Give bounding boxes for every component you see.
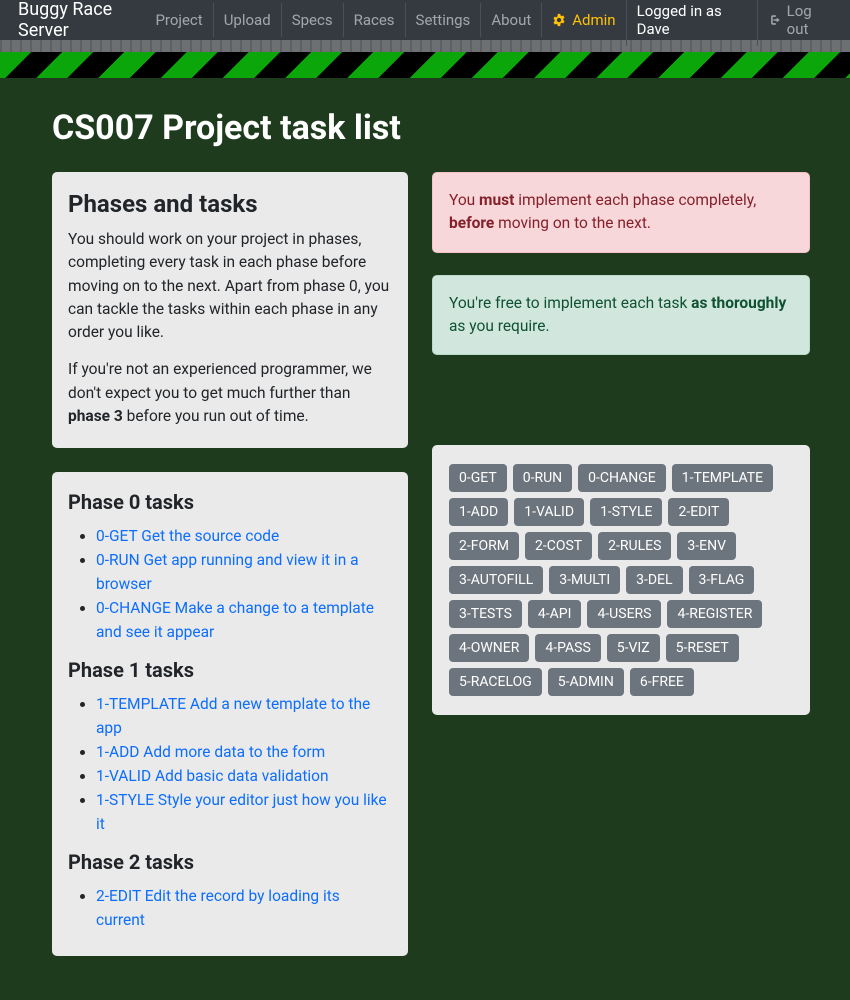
tag-1-add[interactable]: 1-ADD	[449, 498, 508, 526]
logout-icon	[768, 13, 781, 27]
task-link-2-edit[interactable]: 2-EDIT Edit the record by loading its cu…	[96, 887, 340, 929]
tag-3-env[interactable]: 3-ENV	[677, 532, 736, 560]
task-link-0-get[interactable]: 0-GET Get the source code	[96, 527, 279, 545]
alert-thoroughly: You're free to implement each task as th…	[432, 275, 810, 356]
tag-3-tests[interactable]: 3-TESTS	[449, 600, 522, 628]
nav-logged-in: Logged in as Dave	[626, 0, 757, 46]
hazard-stripe	[0, 52, 850, 78]
tag-1-valid[interactable]: 1-VALID	[514, 498, 584, 526]
nav-project[interactable]: Project	[145, 3, 212, 37]
tag-0-change[interactable]: 0-CHANGE	[578, 464, 666, 492]
list-item: 1-VALID Add basic data validation	[96, 764, 392, 788]
nav-admin-label: Admin	[572, 11, 615, 29]
tag-3-autofill[interactable]: 3-AUTOFILL	[449, 566, 543, 594]
phase-2-list: 2-EDIT Edit the record by loading its cu…	[68, 884, 392, 932]
tag-5-admin[interactable]: 5-ADMIN	[548, 668, 624, 696]
page-title: CS007 Project task list	[52, 108, 810, 148]
nav-admin[interactable]: Admin	[541, 3, 625, 37]
tag-2-form[interactable]: 2-FORM	[449, 532, 519, 560]
task-link-0-run[interactable]: 0-RUN Get app running and view it in a b…	[96, 551, 359, 593]
phases-paragraph-2: If you're not an experienced programmer,…	[68, 358, 392, 428]
nav-settings[interactable]: Settings	[405, 3, 481, 37]
nav-about[interactable]: About	[480, 3, 541, 37]
tag-4-api[interactable]: 4-API	[528, 600, 582, 628]
list-item: 0-CHANGE Make a change to a template and…	[96, 596, 392, 644]
tag-3-multi[interactable]: 3-MULTI	[549, 566, 620, 594]
list-item: 1-TEMPLATE Add a new template to the app	[96, 692, 392, 740]
list-item: 0-GET Get the source code	[96, 524, 392, 548]
tag-4-users[interactable]: 4-USERS	[587, 600, 661, 628]
list-item: 2-EDIT Edit the record by loading its cu…	[96, 884, 392, 932]
tag-4-owner[interactable]: 4-OWNER	[449, 634, 529, 662]
tag-2-rules[interactable]: 2-RULES	[598, 532, 671, 560]
phase-1-list: 1-TEMPLATE Add a new template to the app…	[68, 692, 392, 836]
phase-2-heading: Phase 2 tasks	[68, 850, 392, 874]
phases-paragraph-1: You should work on your project in phase…	[68, 228, 392, 344]
tag-1-style[interactable]: 1-STYLE	[590, 498, 662, 526]
task-tags-box: 0-GET0-RUN0-CHANGE1-TEMPLATE 1-ADD1-VALID…	[432, 445, 810, 715]
nav-upload[interactable]: Upload	[213, 3, 281, 37]
task-link-1-style[interactable]: 1-STYLE Style your editor just how you l…	[96, 791, 387, 833]
list-item: 1-ADD Add more data to the form	[96, 740, 392, 764]
task-link-1-add[interactable]: 1-ADD Add more data to the form	[96, 743, 325, 761]
tag-5-reset[interactable]: 5-RESET	[666, 634, 739, 662]
task-link-0-change[interactable]: 0-CHANGE Make a change to a template and…	[96, 599, 374, 641]
tag-6-free[interactable]: 6-FREE	[630, 668, 694, 696]
tag-5-racelog[interactable]: 5-RACELOG	[449, 668, 542, 696]
tag-0-run[interactable]: 0-RUN	[513, 464, 572, 492]
nav-logout-label: Log out	[787, 2, 832, 38]
tag-4-pass[interactable]: 4-PASS	[535, 634, 600, 662]
nav-specs[interactable]: Specs	[281, 3, 343, 37]
navbar: Buggy Race Server Project Upload Specs R…	[0, 0, 850, 40]
tag-3-del[interactable]: 3-DEL	[626, 566, 682, 594]
tag-5-viz[interactable]: 5-VIZ	[607, 634, 660, 662]
tag-1-template[interactable]: 1-TEMPLATE	[672, 464, 773, 492]
list-item: 1-STYLE Style your editor just how you l…	[96, 788, 392, 836]
list-item: 0-RUN Get app running and view it in a b…	[96, 548, 392, 596]
brand[interactable]: Buggy Race Server	[8, 0, 145, 49]
task-link-1-template[interactable]: 1-TEMPLATE Add a new template to the app	[96, 695, 370, 737]
nav-races[interactable]: Races	[343, 3, 405, 37]
phase-tasks-card: Phase 0 tasks 0-GET Get the source code …	[52, 472, 408, 956]
phase-0-list: 0-GET Get the source code 0-RUN Get app …	[68, 524, 392, 644]
tag-0-get[interactable]: 0-GET	[449, 464, 507, 492]
tag-2-edit[interactable]: 2-EDIT	[668, 498, 729, 526]
phase-0-heading: Phase 0 tasks	[68, 490, 392, 514]
alert-must-complete: You must implement each phase completely…	[432, 172, 810, 253]
task-link-1-valid[interactable]: 1-VALID Add basic data validation	[96, 767, 329, 785]
phases-intro-card: Phases and tasks You should work on your…	[52, 172, 408, 448]
tag-4-register[interactable]: 4-REGISTER	[667, 600, 762, 628]
nav-logout[interactable]: Log out	[757, 0, 842, 46]
tag-2-cost[interactable]: 2-COST	[525, 532, 592, 560]
tag-3-flag[interactable]: 3-FLAG	[689, 566, 755, 594]
phase-1-heading: Phase 1 tasks	[68, 658, 392, 682]
gear-icon	[552, 13, 566, 27]
phases-heading: Phases and tasks	[68, 190, 392, 218]
